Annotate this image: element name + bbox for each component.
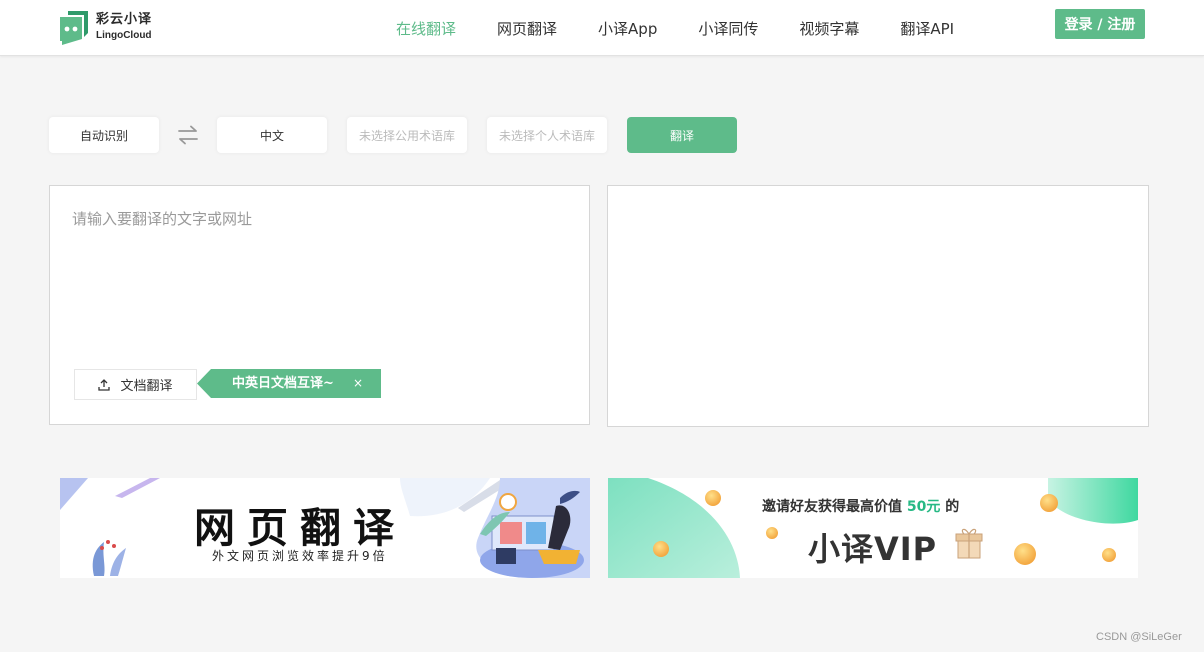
invite-suffix: 的 <box>940 499 960 515</box>
invite-prefix: 邀请好友获得最高价值 <box>762 499 907 515</box>
swap-arrows-icon[interactable] <box>176 124 200 146</box>
document-translate-label: 文档翻译 <box>120 379 173 394</box>
web-translate-banner[interactable]: 网页翻译 外文网页浏览效率提升9倍 <box>60 478 590 578</box>
banner-subtitle: 外文网页浏览效率提升9倍 <box>212 549 388 563</box>
document-translate-button[interactable]: 文档翻译 <box>74 369 197 400</box>
logo-name-cn: 彩云小译 <box>96 12 153 27</box>
login-register-button[interactable]: 登录 / 注册 <box>1055 9 1145 39</box>
personal-glossary-select[interactable]: 未选择个人术语库 <box>487 117 607 153</box>
translation-output-panel <box>607 185 1149 427</box>
banner-invite-text: 邀请好友获得最高价值 50元 的 <box>762 496 959 516</box>
tip-close-icon[interactable]: × <box>353 369 363 398</box>
source-language-select[interactable]: 自动识别 <box>49 117 159 153</box>
nav-web-translate[interactable]: 网页翻译 <box>497 18 557 39</box>
top-header: 彩云小译 LingoCloud 在线翻译 网页翻译 小译App 小译同传 视频字… <box>0 0 1204 56</box>
nav-video-subtitles[interactable]: 视频字幕 <box>799 18 859 39</box>
public-glossary-select[interactable]: 未选择公用术语库 <box>347 117 467 153</box>
source-panel: 文档翻译 中英日文档互译~ × <box>49 185 590 425</box>
nav-app[interactable]: 小译App <box>598 18 657 39</box>
translate-button[interactable]: 翻译 <box>627 117 737 153</box>
invite-value: 50元 <box>906 499 941 515</box>
document-tip-text: 中英日文档互译~ <box>232 376 334 391</box>
logo-name-en: LingoCloud <box>96 30 152 41</box>
vip-invite-banner[interactable]: 邀请好友获得最高价值 50元 的 小译VIP <box>608 478 1138 578</box>
nav-api[interactable]: 翻译API <box>900 18 954 39</box>
logo[interactable]: 彩云小译 LingoCloud <box>58 8 152 46</box>
main-nav: 在线翻译 网页翻译 小译App 小译同传 视频字幕 翻译API <box>396 0 995 56</box>
upload-icon <box>98 378 111 391</box>
banner-title: 网页翻译 <box>194 504 406 552</box>
nav-simultaneous[interactable]: 小译同传 <box>698 18 758 39</box>
watermark: CSDN @SiLeGer <box>1096 631 1182 643</box>
source-text-input[interactable] <box>64 200 574 350</box>
target-language-select[interactable]: 中文 <box>217 117 327 153</box>
document-tip-banner: 中英日文档互译~ × <box>197 369 381 398</box>
banner-vip-title: 小译VIP <box>808 530 938 568</box>
nav-online-translate[interactable]: 在线翻译 <box>396 18 456 39</box>
logo-icon <box>60 11 88 45</box>
